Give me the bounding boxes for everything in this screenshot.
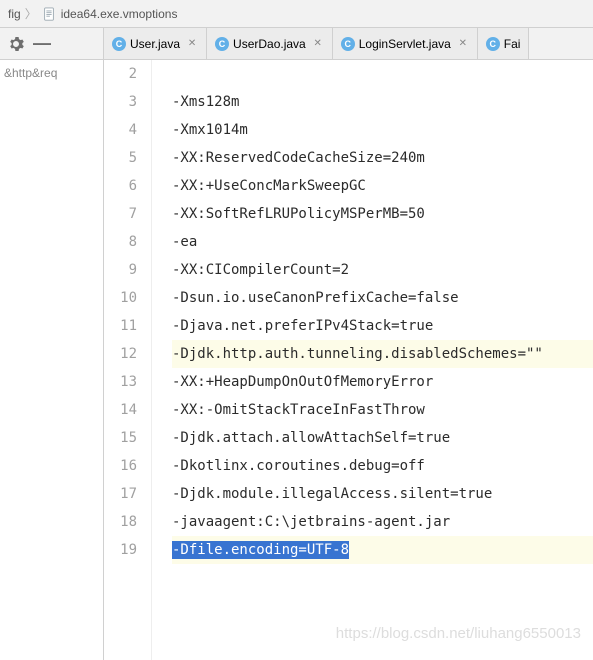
code-line[interactable]: -Djdk.attach.allowAttachSelf=true [172, 424, 593, 452]
code-line[interactable]: -XX:-OmitStackTraceInFastThrow [172, 396, 593, 424]
tab-label: User.java [130, 37, 180, 51]
line-number: 16 [104, 452, 137, 480]
code-line[interactable]: -javaagent:C:\jetbrains-agent.jar [172, 508, 593, 536]
line-number: 19 [104, 536, 137, 564]
gutter: 2345678910111213141516171819 [104, 60, 152, 660]
close-icon[interactable]: ✕ [186, 38, 198, 50]
line-number: 13 [104, 368, 137, 396]
line-number: 3 [104, 88, 137, 116]
sidebar-panel[interactable]: &http&req [0, 60, 104, 660]
tab-label: UserDao.java [233, 37, 306, 51]
class-icon: C [112, 37, 126, 51]
code-line[interactable]: -XX:SoftRefLRUPolicyMSPerMB=50 [172, 200, 593, 228]
line-number: 2 [104, 60, 137, 88]
code-line[interactable]: -XX:CICompilerCount=2 [172, 256, 593, 284]
line-number: 10 [104, 284, 137, 312]
file-icon [41, 6, 57, 22]
editor-container: &http&req 2345678910111213141516171819 -… [0, 60, 593, 660]
code-line[interactable]: -Xms128m [172, 88, 593, 116]
tab-label: Fai [504, 37, 521, 51]
line-number: 7 [104, 200, 137, 228]
code-line[interactable]: -XX:+HeapDumpOnOutOfMemoryError [172, 368, 593, 396]
tab-fail-partial[interactable]: C Fai [478, 28, 530, 59]
tab-label: LoginServlet.java [359, 37, 451, 51]
tab-userdao-java[interactable]: C UserDao.java ✕ [207, 28, 333, 59]
code-line[interactable]: -Djdk.http.auth.tunneling.disabledScheme… [172, 340, 593, 368]
breadcrumb-parent[interactable]: fig [8, 7, 21, 21]
code-line[interactable]: -Xmx1014m [172, 116, 593, 144]
line-number: 8 [104, 228, 137, 256]
line-number: 6 [104, 172, 137, 200]
code-line[interactable]: -Djdk.module.illegalAccess.silent=true [172, 480, 593, 508]
sidebar-text: &http&req [4, 66, 57, 80]
tab-user-java[interactable]: C User.java ✕ [104, 28, 207, 59]
code-line[interactable]: -Dkotlinx.coroutines.debug=off [172, 452, 593, 480]
class-icon: C [215, 37, 229, 51]
code-line[interactable]: -Djava.net.preferIPv4Stack=true [172, 312, 593, 340]
code-area[interactable]: -Xms128m-Xmx1014m-XX:ReservedCodeCacheSi… [152, 60, 593, 660]
tool-panel: — [0, 28, 104, 59]
code-line[interactable] [172, 60, 593, 88]
close-icon[interactable]: ✕ [312, 38, 324, 50]
code-line[interactable]: -XX:+UseConcMarkSweepGC [172, 172, 593, 200]
chevron-right-icon: 〉 [25, 5, 37, 22]
line-number: 11 [104, 312, 137, 340]
code-line[interactable]: -XX:ReservedCodeCacheSize=240m [172, 144, 593, 172]
line-number: 18 [104, 508, 137, 536]
toolbar-row: — C User.java ✕ C UserDao.java ✕ C Login… [0, 28, 593, 60]
class-icon: C [341, 37, 355, 51]
tabs: C User.java ✕ C UserDao.java ✕ C LoginSe… [104, 28, 593, 59]
line-number: 4 [104, 116, 137, 144]
breadcrumb-file[interactable]: idea64.exe.vmoptions [61, 7, 178, 21]
breadcrumb: fig 〉 idea64.exe.vmoptions [0, 0, 593, 28]
code-line[interactable]: -Dfile.encoding=UTF-8 [172, 536, 593, 564]
line-number: 9 [104, 256, 137, 284]
editor[interactable]: 2345678910111213141516171819 -Xms128m-Xm… [104, 60, 593, 660]
minimize-icon[interactable]: — [32, 34, 52, 54]
close-icon[interactable]: ✕ [457, 38, 469, 50]
line-number: 14 [104, 396, 137, 424]
line-number: 12 [104, 340, 137, 368]
line-number: 5 [104, 144, 137, 172]
code-line[interactable]: -Dsun.io.useCanonPrefixCache=false [172, 284, 593, 312]
class-icon: C [486, 37, 500, 51]
line-number: 15 [104, 424, 137, 452]
gear-icon[interactable] [6, 34, 26, 54]
tab-loginservlet-java[interactable]: C LoginServlet.java ✕ [333, 28, 478, 59]
line-number: 17 [104, 480, 137, 508]
code-line[interactable]: -ea [172, 228, 593, 256]
